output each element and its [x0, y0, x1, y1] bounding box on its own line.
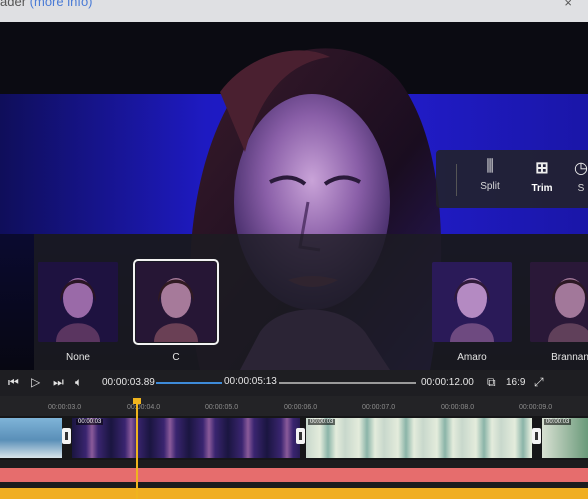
- volume-icon[interactable]: 🔈︎: [75, 375, 82, 390]
- music-track[interactable]: [0, 488, 588, 499]
- aspect-ratio-icon[interactable]: ⧉: [487, 375, 496, 390]
- ruler-tick: 00:00:09.0: [519, 404, 553, 411]
- clip-trim-handle[interactable]: [532, 428, 541, 444]
- clip-duration-tag: 00:00:03: [544, 419, 572, 425]
- video-preview[interactable]: ⫼ Split ⊞ Trim ◷ S None C Amaro Brannan: [0, 22, 588, 370]
- filter-label-amaro: Amaro: [457, 352, 487, 363]
- filter-label-selected: C: [172, 352, 180, 363]
- video-clip[interactable]: 00:00:03: [72, 418, 300, 458]
- clip-trim-handle[interactable]: [62, 428, 71, 444]
- filter-thumb-amaro[interactable]: [432, 262, 512, 342]
- filter-thumb-selected[interactable]: [133, 259, 219, 345]
- ruler-tick: 00:00:04.0: [127, 404, 161, 411]
- fullscreen-icon[interactable]: ⤢: [534, 375, 544, 390]
- filter-thumb-brannan[interactable]: [530, 262, 588, 342]
- playhead[interactable]: [136, 398, 138, 499]
- aspect-ratio-label[interactable]: 16:9: [506, 377, 525, 388]
- toolbar-divider: [456, 164, 457, 196]
- clip-duration-tag: 00:00:03: [308, 419, 336, 425]
- trim-icon: ⊞: [535, 160, 549, 177]
- playback-controls: ⏮ ▷ ⏭ 🔈︎ 00:00:03.89 00:00:05:13 00:00:1…: [0, 370, 588, 396]
- video-clip[interactable]: [0, 418, 62, 458]
- clip-trim-handle[interactable]: [296, 428, 305, 444]
- edit-toolbar: ⫼ Split ⊞ Trim ◷ S: [436, 150, 588, 208]
- filter-thumb-none[interactable]: [38, 262, 118, 342]
- filter-preview-image: [136, 262, 216, 342]
- skip-forward-icon[interactable]: ⏭: [53, 375, 64, 390]
- filter-panel: None C Amaro Brannan: [34, 234, 588, 370]
- speed-button[interactable]: ◷ S: [566, 158, 588, 194]
- filter-preview-image: [530, 262, 588, 342]
- timeline-ruler[interactable]: 00:00:03.0 00:00:04.0 00:00:05.0 00:00:0…: [0, 396, 588, 416]
- filter-label-none: None: [66, 352, 90, 363]
- filter-label-brannan: Brannan: [551, 352, 588, 363]
- video-track[interactable]: 00:00:03 00:00:03 00:00:03: [0, 416, 588, 460]
- ruler-tick: 00:00:05.0: [205, 404, 239, 411]
- split-icon: ⫼: [486, 158, 494, 175]
- header-text: ader (more info): [0, 0, 93, 9]
- ruler-tick: 00:00:07.0: [362, 404, 396, 411]
- filter-preview-image: [38, 262, 118, 342]
- ruler-tick: 00:00:03.0: [48, 404, 82, 411]
- current-time: 00:00:03.89: [102, 377, 155, 388]
- filter-preview-image: [432, 262, 512, 342]
- split-button[interactable]: ⫼ Split: [468, 158, 512, 192]
- video-clip[interactable]: 00:00:03: [542, 418, 588, 458]
- speed-icon: ◷: [574, 160, 588, 177]
- play-icon[interactable]: ▷: [31, 375, 40, 389]
- scrub-time: 00:00:05:13: [222, 376, 279, 387]
- close-icon[interactable]: ×: [564, 0, 572, 10]
- skip-back-icon[interactable]: ⏮: [8, 375, 19, 390]
- ruler-tick: 00:00:08.0: [441, 404, 475, 411]
- trim-button[interactable]: ⊞ Trim: [520, 158, 564, 194]
- clip-duration-tag: 00:00:03: [76, 419, 104, 425]
- total-time: 00:00:12.00: [421, 377, 474, 388]
- audio-track[interactable]: [0, 468, 588, 482]
- video-clip[interactable]: 00:00:03: [306, 418, 532, 458]
- top-bar: ader (more info) ×: [0, 0, 588, 22]
- ruler-tick: 00:00:06.0: [284, 404, 318, 411]
- more-info-link[interactable]: (more info): [30, 0, 93, 9]
